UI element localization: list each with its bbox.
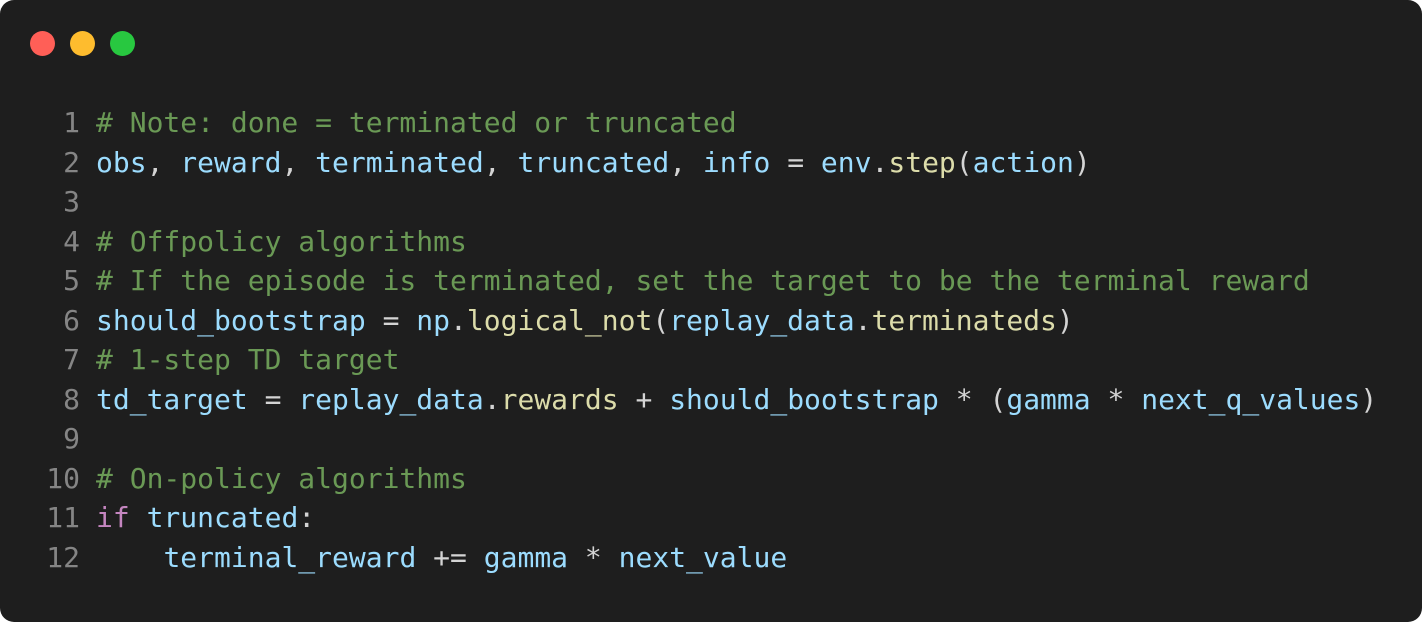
line-source: # If the episode is terminated, set the … bbox=[96, 261, 1310, 301]
line-number: 3 bbox=[63, 185, 80, 218]
line-number: 6 bbox=[63, 303, 80, 337]
code-line: 2 obs, reward, terminated, truncated, inf… bbox=[0, 143, 1422, 183]
code-token-var: replay_data bbox=[669, 303, 855, 337]
code-token-var: truncated bbox=[146, 501, 299, 534]
code-token-op: ) bbox=[1056, 303, 1074, 337]
code-token-var: next_value bbox=[618, 540, 788, 574]
line-source: terminal_reward += gamma * next_value bbox=[96, 538, 787, 578]
code-token-op: . bbox=[483, 382, 501, 416]
code-token-op: ) bbox=[1360, 382, 1378, 416]
line-source: # Offpolicy algorithms bbox=[96, 222, 467, 262]
code-token-op: , bbox=[669, 145, 703, 179]
line-number: 10 bbox=[46, 461, 80, 495]
code-token-op: + bbox=[618, 382, 670, 416]
code-token-op: += bbox=[416, 540, 484, 574]
code-token-var: info bbox=[702, 145, 771, 179]
code-line: 3 bbox=[0, 182, 1422, 222]
zoom-dot[interactable] bbox=[110, 31, 135, 56]
code-token-op: * bbox=[1090, 382, 1142, 416]
code-token-op: * ( bbox=[938, 382, 1007, 416]
code-token-op: * bbox=[568, 540, 619, 574]
code-token-op: . bbox=[871, 145, 889, 179]
line-number: 7 bbox=[63, 343, 80, 376]
code-token-var: action bbox=[972, 145, 1074, 179]
code-line: 6 should_bootstrap = np.logical_not(repla… bbox=[0, 301, 1422, 341]
line-source: if truncated: bbox=[96, 498, 315, 538]
code-token-op: , bbox=[483, 145, 518, 179]
code-token-op: , bbox=[281, 145, 316, 179]
code-token-var: truncated bbox=[517, 145, 670, 179]
code-token-op: . bbox=[450, 303, 467, 337]
code-line: 10 # On-policy algorithms bbox=[0, 459, 1422, 499]
code-token-var: should_bootstrap bbox=[669, 382, 939, 416]
line-number: 1 bbox=[63, 106, 80, 139]
code-token-var: reward bbox=[180, 145, 282, 179]
close-dot[interactable] bbox=[30, 31, 55, 56]
line-source: # 1-step TD target bbox=[96, 340, 399, 380]
code-line: 5 # If the episode is terminated, set the… bbox=[0, 261, 1422, 301]
code-token-var: td_target bbox=[96, 382, 248, 416]
line-number: 12 bbox=[46, 540, 80, 574]
code-line: 11 if truncated: bbox=[0, 498, 1422, 538]
code-token-var: should_bootstrap bbox=[96, 303, 366, 337]
code-token-op: ) bbox=[1073, 145, 1091, 179]
line-number: 8 bbox=[63, 382, 80, 416]
line-source: # On-policy algorithms bbox=[96, 459, 467, 499]
code-token-op: = bbox=[365, 303, 417, 337]
code-token-var: replay_data bbox=[298, 382, 484, 416]
code-token-op: : bbox=[298, 501, 316, 534]
window-titlebar bbox=[0, 0, 1422, 86]
code-token-fn: step bbox=[888, 145, 956, 179]
line-number: 11 bbox=[46, 501, 80, 534]
code-token-var: gamma bbox=[1006, 382, 1091, 416]
code-token-comment: # Note: done = terminated or truncated bbox=[96, 106, 737, 139]
line-number: 4 bbox=[63, 224, 80, 258]
code-token-op: . bbox=[854, 303, 872, 337]
code-token-var: terminated bbox=[315, 145, 484, 179]
code-block: 1 # Note: done = terminated or truncated 2… bbox=[0, 103, 1422, 577]
code-token-op bbox=[96, 541, 163, 574]
line-source: td_target = replay_data.rewards + should… bbox=[96, 380, 1377, 420]
code-token-op: = bbox=[770, 145, 821, 179]
code-token-comment: # If the episode is terminated, set the … bbox=[96, 264, 1310, 297]
code-token-var: np bbox=[416, 303, 451, 337]
code-token-kw: if bbox=[96, 501, 130, 534]
code-token-comment: # Offpolicy algorithms bbox=[96, 224, 467, 258]
line-number: 2 bbox=[63, 145, 80, 179]
minimize-dot[interactable] bbox=[70, 31, 95, 56]
code-token-var: gamma bbox=[483, 540, 569, 574]
line-source: # Note: done = terminated or truncated bbox=[96, 103, 737, 143]
code-line: 4 # Offpolicy algorithms bbox=[0, 222, 1422, 262]
code-token-op: ( bbox=[955, 145, 973, 179]
line-source: obs, reward, terminated, truncated, info… bbox=[96, 143, 1091, 183]
code-token-fn: rewards bbox=[500, 382, 619, 416]
code-window: 1 # Note: done = terminated or truncated 2… bbox=[0, 0, 1422, 622]
code-token-fn: logical_not bbox=[466, 303, 653, 337]
code-token-op: ( bbox=[652, 303, 670, 337]
code-token-fn: terminateds bbox=[871, 303, 1057, 337]
code-token-comment: # On-policy algorithms bbox=[96, 461, 467, 495]
code-token-op bbox=[130, 501, 147, 534]
line-number: 5 bbox=[63, 264, 80, 297]
code-line: 8 td_target = replay_data.rewards + shoul… bbox=[0, 380, 1422, 420]
code-token-var: obs bbox=[96, 145, 147, 179]
line-number: 9 bbox=[63, 422, 80, 455]
code-line: 9 bbox=[0, 419, 1422, 459]
code-token-op: , bbox=[146, 145, 181, 179]
code-token-op: = bbox=[247, 382, 299, 416]
code-token-comment: # 1-step TD target bbox=[96, 343, 400, 376]
code-line: 1 # Note: done = terminated or truncated bbox=[0, 103, 1422, 143]
code-token-var: env bbox=[820, 145, 872, 179]
line-source: should_bootstrap = np.logical_not(replay… bbox=[96, 301, 1074, 341]
code-line: 7 # 1-step TD target bbox=[0, 340, 1422, 380]
code-token-var: terminal_reward bbox=[163, 540, 417, 574]
code-line: 12 terminal_reward += gamma * next_value bbox=[0, 538, 1422, 578]
code-token-var: next_q_values bbox=[1141, 382, 1361, 416]
